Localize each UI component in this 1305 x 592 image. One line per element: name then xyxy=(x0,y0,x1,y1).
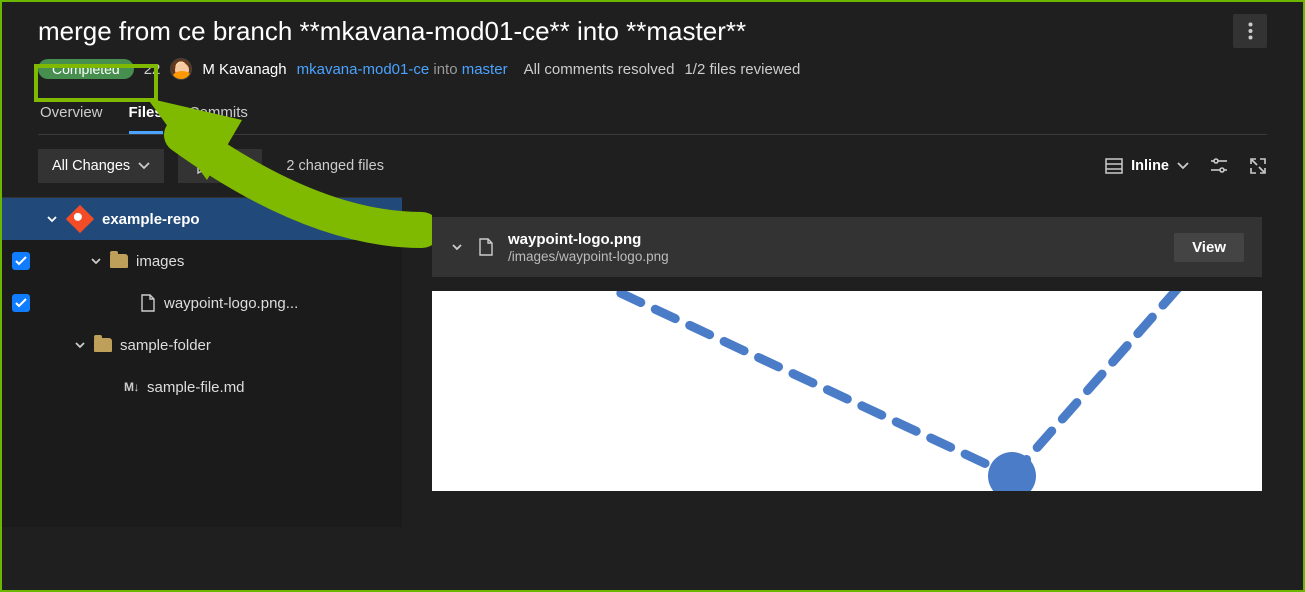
fullscreen-button[interactable] xyxy=(1249,157,1267,175)
filter-icon xyxy=(192,158,208,174)
files-reviewed[interactable]: 1/2 files reviewed xyxy=(684,61,800,78)
chevron-down-icon xyxy=(46,213,58,225)
tree-file-sample-md[interactable]: M↓ sample-file.md xyxy=(2,366,402,408)
folder-icon xyxy=(110,254,128,268)
author-name[interactable]: M Kavanagh xyxy=(202,61,286,78)
check-icon xyxy=(15,298,27,308)
all-changes-dropdown[interactable]: All Changes xyxy=(38,149,164,183)
into-text: into xyxy=(433,61,457,78)
tab-overview[interactable]: Overview xyxy=(40,104,103,134)
tree-folder-sample[interactable]: sample-folder xyxy=(2,324,402,366)
reviewed-checkbox[interactable] xyxy=(12,252,30,270)
pr-number-fragment: 22 xyxy=(144,61,161,78)
tree-root[interactable]: example-repo xyxy=(2,198,402,240)
reviewed-checkbox[interactable] xyxy=(12,294,30,312)
pr-tabs: Overview Files Commits xyxy=(38,104,1267,135)
check-icon xyxy=(15,256,27,266)
all-changes-label: All Changes xyxy=(52,158,130,174)
more-actions-button[interactable] xyxy=(1233,14,1267,48)
file-name: waypoint-logo.png xyxy=(508,231,1160,248)
chevron-down-icon[interactable] xyxy=(450,241,464,253)
tree-folder-images[interactable]: images xyxy=(2,240,402,282)
avatar[interactable] xyxy=(170,58,192,80)
tree-folder-label: images xyxy=(136,253,184,270)
file-path: /images/waypoint-logo.png xyxy=(508,249,1160,264)
file-header: waypoint-logo.png /images/waypoint-logo.… xyxy=(432,217,1262,277)
chevron-down-icon xyxy=(74,339,86,351)
git-repo-icon xyxy=(66,205,94,233)
tree-folder-label: sample-folder xyxy=(120,337,211,354)
status-badge: Completed xyxy=(38,59,134,79)
expand-icon xyxy=(1249,157,1267,175)
settings-button[interactable] xyxy=(1209,157,1229,175)
diff-mode-dropdown[interactable]: Inline xyxy=(1105,158,1189,174)
tab-commits[interactable]: Commits xyxy=(189,104,248,134)
files-toolbar: All Changes Filter 2 changed files Inlin… xyxy=(2,135,1303,197)
pr-meta-row: Completed 22 M Kavanagh mkavana-mod01-ce… xyxy=(38,54,1267,84)
chevron-down-icon xyxy=(138,162,150,170)
tree-file-label: waypoint-logo.png... xyxy=(164,295,298,312)
inline-diff-icon xyxy=(1105,158,1123,174)
kebab-icon xyxy=(1248,22,1253,40)
file-tree[interactable]: example-repo images waypoint-logo.png...… xyxy=(2,197,402,527)
target-branch-link[interactable]: master xyxy=(462,61,508,78)
source-branch-link[interactable]: mkavana-mod01-ce xyxy=(297,61,430,78)
file-icon xyxy=(140,294,156,312)
tree-file-waypoint[interactable]: waypoint-logo.png... xyxy=(2,282,402,324)
filter-button[interactable]: Filter xyxy=(178,149,262,183)
tree-root-label: example-repo xyxy=(102,211,200,228)
view-button[interactable]: View xyxy=(1174,233,1244,262)
diff-mode-label: Inline xyxy=(1131,158,1169,174)
chevron-down-icon xyxy=(1177,162,1189,170)
waypoint-logo-preview xyxy=(432,291,1262,491)
comments-status: All comments resolved xyxy=(524,61,675,78)
filter-label: Filter xyxy=(216,158,248,174)
tree-file-label: sample-file.md xyxy=(147,379,245,396)
folder-icon xyxy=(94,338,112,352)
file-icon xyxy=(478,237,494,257)
changed-files-count: 2 changed files xyxy=(286,158,384,174)
tab-files[interactable]: Files xyxy=(129,104,163,134)
markdown-icon: M↓ xyxy=(124,380,139,394)
pr-title: merge from ce branch **mkavana-mod01-ce*… xyxy=(38,16,746,47)
chevron-down-icon xyxy=(90,255,102,267)
image-preview xyxy=(432,291,1262,491)
sliders-icon xyxy=(1209,157,1229,175)
